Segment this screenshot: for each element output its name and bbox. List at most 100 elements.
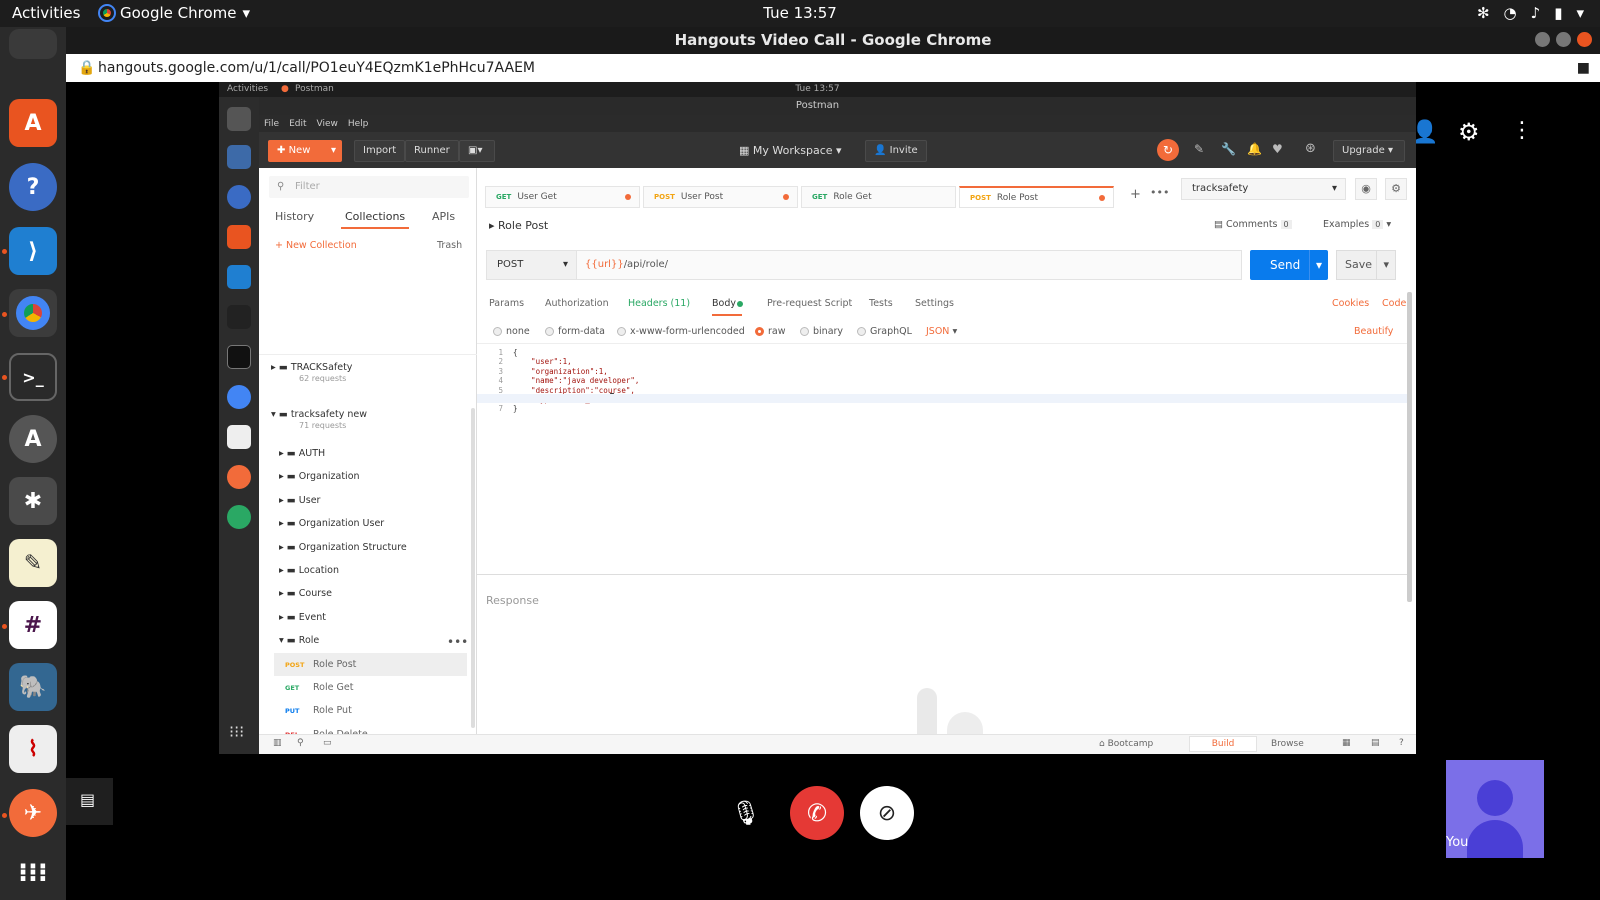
subtab[interactable]: Pre-request Script [767, 298, 852, 309]
chat-button[interactable]: ▤ [66, 778, 113, 825]
menu-help[interactable]: Help [348, 119, 369, 129]
browse-tab[interactable]: Browse [1271, 739, 1304, 749]
maximize-icon[interactable] [1556, 32, 1571, 47]
workspace-selector[interactable]: ▦ My Workspace ▾ [739, 144, 842, 157]
files-icon[interactable] [9, 29, 57, 59]
keyboard-icon[interactable]: ▤ [1371, 738, 1380, 748]
request-tab[interactable]: POST User Post [643, 186, 798, 208]
folder-item[interactable]: ▸ ▬ Event [259, 606, 477, 629]
trash-button[interactable]: Trash [437, 240, 462, 251]
settings-tool-icon[interactable]: ✱ [9, 477, 57, 525]
subtab[interactable]: Settings [915, 298, 954, 309]
method-select[interactable]: POST ▾ [487, 251, 577, 279]
request-name[interactable]: ▸ Role Post [489, 219, 548, 232]
runner-button[interactable]: Runner [405, 140, 459, 162]
new-button[interactable]: ✚ New ▾ [268, 140, 342, 162]
software-center-icon[interactable]: A [9, 99, 57, 147]
collection-tracksafety-new[interactable]: ▾ ▬ tracksafety new [259, 403, 477, 426]
code-editor[interactable]: 1 {2 "user":1, 3 "organization":1, 4 "name"… [477, 343, 1407, 575]
body-option[interactable]: raw [755, 326, 786, 337]
folder-item[interactable]: ▸ ▬ Organization Structure [259, 536, 477, 559]
invite-button[interactable]: 👤 Invite [865, 140, 927, 162]
folder-item[interactable]: ▸ ▬ AUTH [259, 442, 477, 465]
subtab[interactable]: Authorization [545, 298, 609, 309]
layout-icon[interactable]: ▦ [1342, 738, 1351, 748]
tab-history[interactable]: History [275, 210, 314, 223]
close-icon[interactable] [1577, 32, 1592, 47]
chevron-down-icon[interactable]: ▾ [1576, 4, 1584, 22]
address-bar[interactable]: 🔒 hangouts.google.com/u/1/call/PO1euY4EQ… [66, 54, 1600, 82]
bell-icon[interactable]: 🔔 [1247, 142, 1262, 156]
folder-item[interactable]: ▸ ▬ Organization [259, 465, 477, 488]
comments-button[interactable]: ▤ Comments 0 [1214, 219, 1292, 230]
chrome-icon[interactable] [9, 289, 57, 337]
body-format-select[interactable]: JSON ▾ [926, 326, 957, 337]
help-icon[interactable]: ? [1399, 738, 1404, 748]
microphone-button[interactable]: 🎙 [719, 786, 773, 840]
request-item[interactable]: POST Role Post [274, 652, 467, 676]
activities-button[interactable]: Activities [12, 4, 80, 22]
url-text[interactable]: hangouts.google.com/u/1/call/PO1euY4EQzm… [98, 60, 535, 76]
folder-item[interactable]: ▸ ▬ Course [259, 582, 477, 605]
request-url-input[interactable]: {{url}}/api/role/ [585, 251, 668, 279]
request-tab[interactable]: GET User Get [485, 186, 640, 208]
import-button[interactable]: Import [354, 140, 406, 162]
vscode-icon[interactable]: ⟩ [9, 227, 57, 275]
account-icon[interactable]: ⊛ [1305, 141, 1316, 156]
camera-icon[interactable]: ■ [1577, 54, 1590, 82]
request-item[interactable]: PUT Role Put [274, 699, 467, 722]
sidebar-toggle-icon[interactable]: ▥ [273, 738, 282, 748]
find-icon[interactable]: ⚲ [297, 738, 304, 748]
bootcamp-button[interactable]: ⌂ Bootcamp [1099, 739, 1153, 749]
app-menu[interactable]: Google Chrome ▾ [98, 4, 250, 22]
subtab[interactable]: Headers (11) [628, 298, 690, 309]
volume-icon[interactable]: ♪ [1531, 4, 1541, 22]
filter-input[interactable]: ⚲ Filter [269, 176, 469, 198]
document-viewer-icon[interactable]: ⌇ [9, 725, 57, 773]
help-icon[interactable]: ? [9, 163, 57, 211]
camera-toggle-button[interactable]: ⊘ [860, 786, 914, 840]
request-tab[interactable]: GET Role Get [801, 186, 956, 208]
add-tab-icon[interactable]: + [1130, 187, 1141, 202]
more-tabs-icon[interactable]: ••• [1150, 186, 1169, 199]
menu-view[interactable]: View [317, 119, 338, 129]
terminal-icon[interactable]: >_ [9, 353, 57, 401]
beautify-link[interactable]: Beautify [1354, 326, 1393, 337]
collection-trackSafety[interactable]: ▸ ▬ TRACKSafety [259, 356, 477, 379]
battery-icon[interactable]: ▮ [1554, 4, 1562, 22]
body-option[interactable]: form-data [545, 326, 605, 337]
subtab[interactable]: Params [489, 298, 524, 309]
system-tray[interactable]: ✻ ◔ ♪ ▮ ▾ [1477, 4, 1584, 22]
folder-item[interactable]: ▸ ▬ Location [259, 559, 477, 582]
body-option[interactable]: x-www-form-urlencoded [617, 326, 745, 337]
menu-file[interactable]: File [264, 119, 279, 129]
environment-select[interactable]: tracksafety ▾ [1181, 178, 1346, 200]
wrench-icon[interactable]: 🔧 [1221, 142, 1236, 156]
save-button[interactable]: Save ▾ [1336, 250, 1396, 280]
satellite-icon[interactable]: ✎ [1194, 142, 1204, 156]
minimize-icon[interactable] [1535, 32, 1550, 47]
code-link[interactable]: Code [1382, 298, 1406, 309]
wifi-icon[interactable]: ◔ [1504, 4, 1517, 22]
settings-icon[interactable]: ⚙ [1385, 178, 1407, 200]
examples-button[interactable]: Examples 0 ▾ [1323, 219, 1391, 230]
tab-apis[interactable]: APIs [432, 210, 455, 223]
build-tab[interactable]: Build [1189, 736, 1257, 752]
request-item[interactable]: GET Role Get [274, 676, 467, 699]
gear-icon[interactable]: ⚙ [1458, 118, 1480, 146]
subtab[interactable]: Tests [869, 298, 893, 309]
self-view-tile[interactable]: You [1446, 760, 1544, 858]
cookies-link[interactable]: Cookies [1332, 298, 1369, 309]
heart-icon[interactable]: ♥ [1272, 142, 1283, 156]
tab-collections[interactable]: Collections [341, 210, 410, 229]
hang-up-button[interactable]: ✆ [790, 786, 844, 840]
console-icon[interactable]: ▭ [323, 738, 332, 748]
new-collection-button[interactable]: + New Collection [275, 240, 357, 251]
text-editor-icon[interactable]: ✎ [9, 539, 57, 587]
sync-icon[interactable]: ↻ [1157, 139, 1179, 161]
request-tab[interactable]: POST Role Post [959, 186, 1114, 208]
upgrade-button[interactable]: Upgrade ▾ [1333, 140, 1405, 162]
new-window-button[interactable]: ▣▾ [459, 140, 495, 162]
body-option[interactable]: none [493, 326, 530, 337]
slack-icon[interactable]: # [9, 601, 57, 649]
